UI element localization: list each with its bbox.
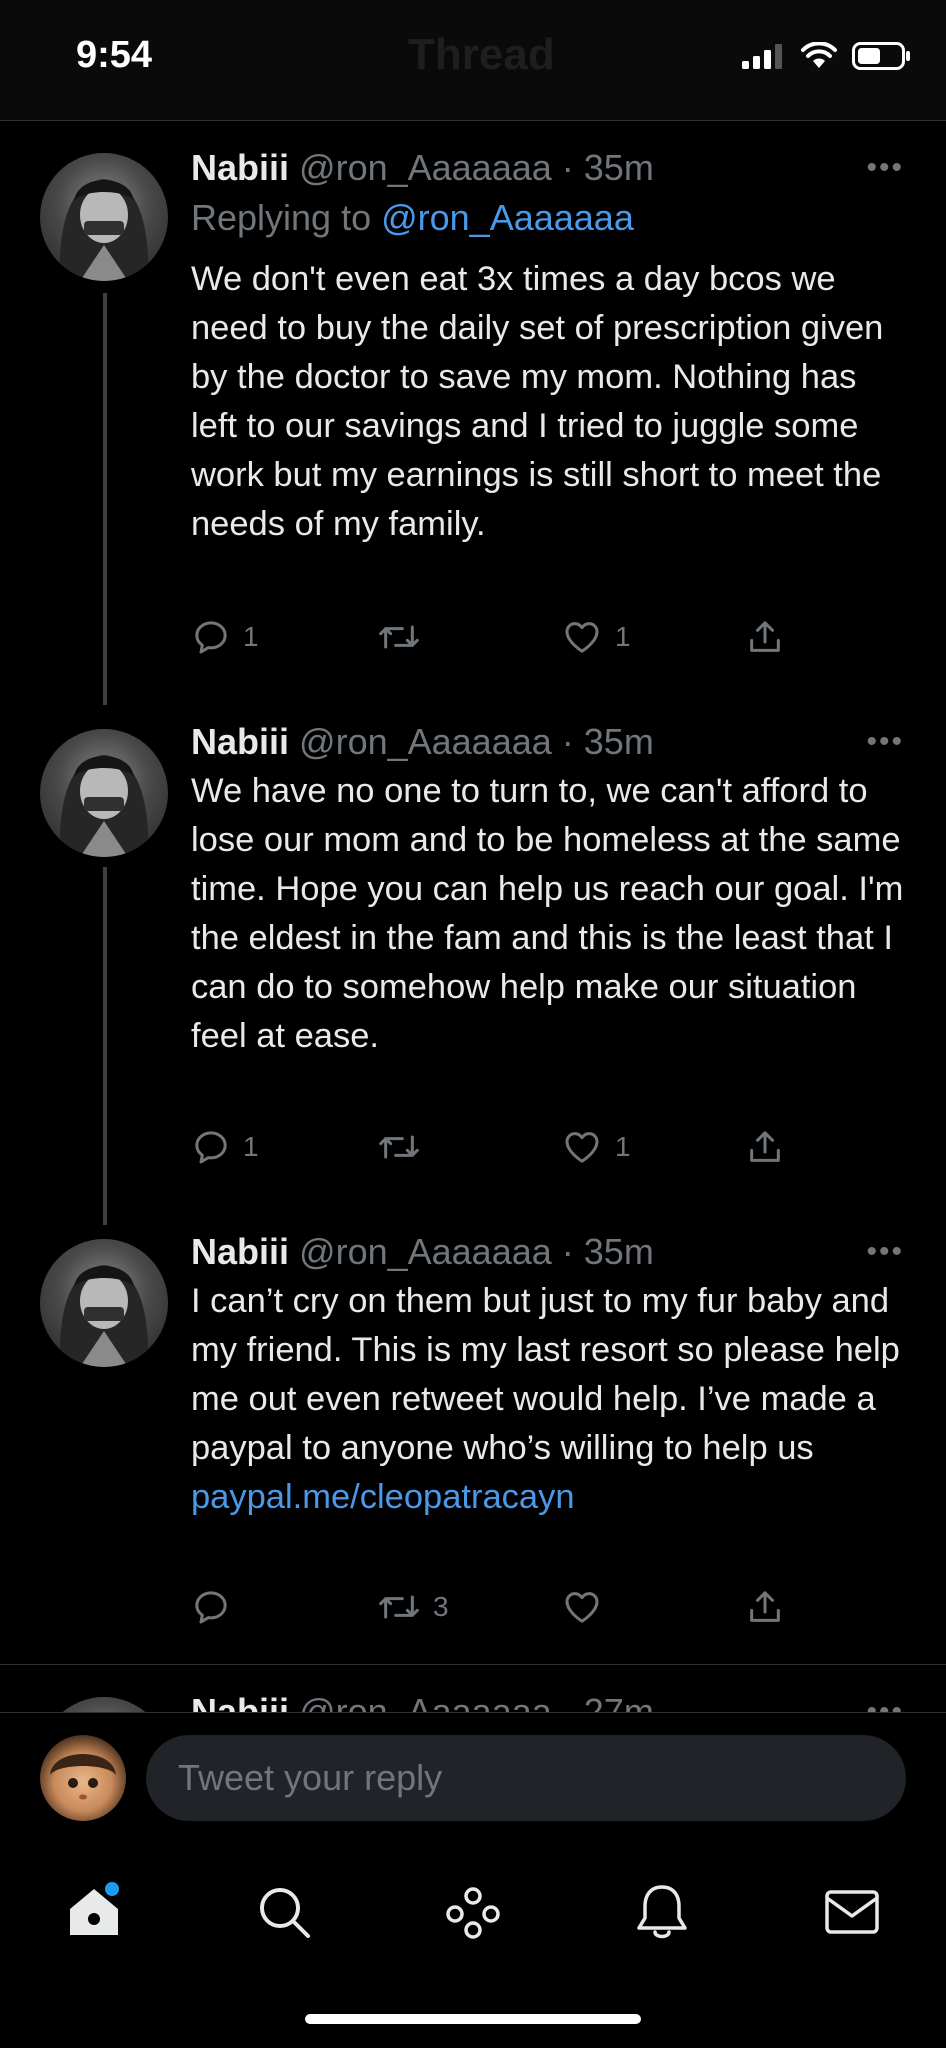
share-icon [750, 1591, 780, 1622]
author-handle[interactable]: @ron_Aaaaaaa [299, 1691, 552, 1712]
author-name[interactable]: Nabiii [191, 147, 289, 188]
tweet-actions: 1 1 [191, 1127, 811, 1171]
messages-icon [825, 1890, 879, 1934]
like-button[interactable]: 1 [561, 1127, 631, 1167]
reply-composer [0, 1712, 946, 1853]
separator-dot: · [551, 1691, 584, 1712]
tweet-time: 35m [583, 147, 654, 188]
replying-to-handle[interactable]: @ron_Aaaaaaa [381, 197, 634, 238]
author-handle[interactable]: @ron_Aaaaaaa [299, 721, 552, 762]
avatar-illustration [59, 755, 149, 857]
avatar[interactable] [40, 729, 168, 857]
like-count: 1 [615, 621, 631, 652]
like-button[interactable]: 1 [561, 617, 631, 657]
signal-icon [742, 44, 782, 69]
reply-button[interactable]: 1 [191, 617, 259, 657]
tweet-header: Nabiii @ron_Aaaaaaa · 27m [191, 1691, 654, 1712]
reply-icon [195, 1131, 227, 1164]
tweet-header: Nabiii @ron_Aaaaaaa · 35m [191, 147, 654, 189]
reply-icon [195, 1591, 227, 1624]
retweet-icon [379, 1595, 419, 1619]
share-button[interactable] [745, 617, 785, 657]
reply-button[interactable] [191, 1587, 243, 1627]
more-options-icon[interactable]: ••• [866, 1235, 904, 1269]
paypal-link[interactable]: paypal.me/cleopatracayn [191, 1478, 575, 1516]
status-icons [742, 42, 912, 70]
tweet-text: We don't even eat 3x times a day bcos we… [191, 260, 884, 543]
home-icon [70, 1882, 119, 1935]
separator-dot: · [551, 147, 584, 188]
tab-home[interactable] [54, 1872, 134, 1952]
battery-icon [852, 42, 910, 70]
notifications-icon [637, 1885, 687, 1939]
share-button[interactable] [745, 1127, 785, 1167]
avatar[interactable] [40, 1697, 168, 1712]
reply-count: 1 [243, 1131, 259, 1162]
retweet-icon [379, 625, 419, 649]
my-avatar[interactable] [40, 1735, 126, 1821]
tweet[interactable]: Nabiii @ron_Aaaaaaa · 35m ••• We have no… [0, 701, 946, 1225]
tab-notifications[interactable] [622, 1872, 702, 1952]
tweet-text-content: I can’t cry on them but just to my fur b… [191, 1282, 900, 1467]
share-icon [750, 621, 780, 652]
heart-icon [565, 1132, 599, 1163]
avatar-illustration [59, 1265, 149, 1367]
replying-to-label: Replying to [191, 197, 382, 238]
status-time: 9:54 [76, 34, 153, 76]
like-button[interactable] [561, 1587, 615, 1627]
reply-count: 1 [243, 621, 259, 652]
author-name[interactable]: Nabiii [191, 721, 289, 762]
retweet-button[interactable] [377, 1127, 433, 1167]
author-handle[interactable]: @ron_Aaaaaaa [299, 1231, 552, 1272]
share-icon [750, 1131, 780, 1162]
heart-icon [565, 1592, 599, 1623]
like-count: 1 [615, 1131, 631, 1162]
tweet[interactable]: Nabiii @ron_Aaaaaaa · 35m ••• Replying t… [0, 121, 946, 705]
separator-dot: · [551, 721, 584, 762]
author-name[interactable]: Nabiii [191, 1691, 289, 1712]
tab-search[interactable] [244, 1872, 324, 1952]
replying-to: Replying to @ron_Aaaaaaa [191, 197, 634, 239]
avatar-illustration [59, 179, 149, 281]
avatar[interactable] [40, 1239, 168, 1367]
tweet-time: 35m [583, 721, 654, 762]
retweet-button[interactable] [377, 617, 433, 657]
search-icon [260, 1888, 310, 1938]
thread-connector [103, 867, 107, 1225]
my-avatar-illustration [50, 1754, 116, 1800]
reply-input[interactable] [146, 1735, 906, 1821]
separator-dot: · [551, 1231, 584, 1272]
more-options-icon[interactable]: ••• [866, 151, 904, 185]
tweet[interactable]: Nabiii @ron_Aaaaaaa · 27m ••• [0, 1665, 946, 1712]
heart-icon [565, 622, 599, 653]
tweet-time: 27m [583, 1691, 654, 1712]
reply-icon [195, 621, 227, 654]
page-title: Thread [408, 30, 555, 79]
wifi-icon [801, 42, 837, 68]
tweet-text: I can’t cry on them but just to my fur b… [191, 1277, 911, 1522]
retweet-button[interactable]: 3 [377, 1587, 449, 1627]
tab-messages[interactable] [812, 1872, 892, 1952]
author-name[interactable]: Nabiii [191, 1231, 289, 1272]
status-bar: 9:54 Thread [0, 0, 946, 120]
thread-connector [103, 293, 107, 705]
author-handle[interactable]: @ron_Aaaaaaa [299, 147, 552, 188]
more-options-icon[interactable]: ••• [866, 725, 904, 759]
tweet-actions: 3 [191, 1587, 811, 1631]
retweet-count: 3 [433, 1591, 449, 1622]
tweet-time: 35m [583, 1231, 654, 1272]
avatar[interactable] [40, 153, 168, 281]
tweet-actions: 1 1 [191, 617, 811, 661]
tab-spaces[interactable] [433, 1872, 513, 1952]
reply-button[interactable]: 1 [191, 1127, 259, 1167]
tweet[interactable]: Nabiii @ron_Aaaaaaa · 35m ••• I can’t cr… [0, 1211, 946, 1665]
more-options-icon[interactable]: ••• [866, 1695, 904, 1712]
retweet-icon [379, 1135, 419, 1159]
tweet-header: Nabiii @ron_Aaaaaaa · 35m [191, 1231, 654, 1273]
home-indicator[interactable] [305, 2014, 641, 2024]
spaces-icon [446, 1887, 500, 1939]
tweet-header: Nabiii @ron_Aaaaaaa · 35m [191, 721, 654, 763]
tweet-text: We have no one to turn to, we can't affo… [191, 772, 904, 1055]
share-button[interactable] [745, 1587, 785, 1627]
